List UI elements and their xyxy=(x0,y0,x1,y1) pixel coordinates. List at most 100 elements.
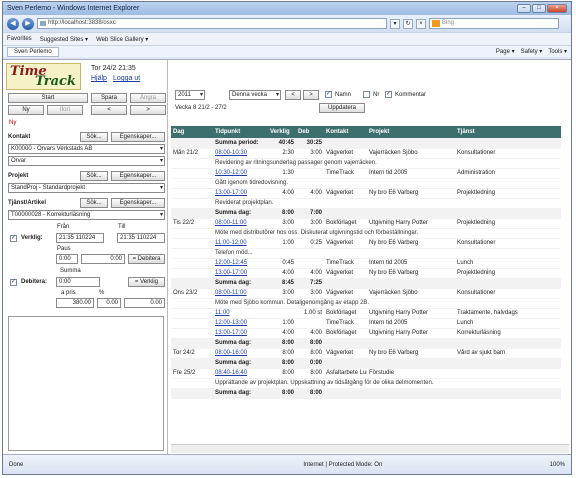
logout-link[interactable]: Logga ut xyxy=(113,75,140,82)
day-sum-actual: 8:00 xyxy=(268,388,296,399)
service-props-button[interactable]: Egenskaper... xyxy=(111,198,165,208)
compat-icon[interactable]: ▾ xyxy=(390,18,400,29)
col-header[interactable]: Kontakt xyxy=(324,126,367,138)
refresh-button[interactable]: Uppdatera xyxy=(319,103,365,113)
forward-icon[interactable]: ▶ xyxy=(22,17,34,30)
time-link[interactable]: 12:00-13:00 xyxy=(213,318,268,329)
minimize-button[interactable]: – xyxy=(517,4,531,13)
project-cell: Intern tid 2005 xyxy=(367,168,455,179)
debit-checkbox[interactable]: ✓ xyxy=(10,279,17,286)
debit-button[interactable]: = Debitera xyxy=(128,254,165,264)
to-input[interactable]: 21:35 110224 xyxy=(117,233,165,243)
debit-label: Debitera: xyxy=(21,279,48,285)
day-sum-actual: 8:00 xyxy=(268,358,296,369)
period-next-button[interactable]: > xyxy=(303,90,319,100)
col-header[interactable]: Tidpunkt xyxy=(213,126,268,138)
maximize-button[interactable]: □ xyxy=(532,4,546,13)
horizontal-scrollbar[interactable] xyxy=(171,444,569,453)
time-link[interactable]: 13:00-17:00 xyxy=(213,268,268,279)
delete-button[interactable]: Ifort xyxy=(47,105,83,115)
from-input[interactable]: 21:35 110224 xyxy=(56,233,104,243)
actual-cell: 2:30 xyxy=(268,148,296,159)
price-label: a pris xyxy=(61,290,76,296)
table-row: Ons 23/2 08:00-11:00 3:00 3:00 Vägverket Vaje… xyxy=(171,288,561,299)
project-cell: Intern tid 2005 xyxy=(367,258,455,269)
comment-textarea[interactable] xyxy=(8,316,164,451)
start-button[interactable]: Start xyxy=(8,93,88,103)
table-row: Tor 24/2 08:00-16:00 8:00 8:00 Vägverket Ny b… xyxy=(171,348,561,359)
save-button[interactable]: Spara xyxy=(91,93,127,103)
suggested-sites-link[interactable]: Suggested Sites ▾ xyxy=(40,36,88,43)
person-select[interactable]: Orvar xyxy=(8,156,165,166)
description-text: Möte med distributörer hos oss. Diskuter… xyxy=(213,228,561,239)
time-link[interactable]: 08:00-16:00 xyxy=(213,348,268,359)
favorites-button[interactable]: Favorites xyxy=(7,36,32,42)
time-link[interactable]: 08:00-11:00 xyxy=(213,288,268,299)
col-header[interactable]: Projekt xyxy=(367,126,455,138)
stop-icon[interactable]: × xyxy=(416,18,426,29)
time-link[interactable]: 10:30-12:00 xyxy=(213,168,268,179)
project-select[interactable]: StandProj - Standardprojekt xyxy=(8,183,165,193)
col-header[interactable]: Tjänst xyxy=(455,126,561,138)
help-link[interactable]: Hjälp xyxy=(91,75,107,82)
service-cell: Konsultationer xyxy=(455,238,561,249)
col-header[interactable]: Verklig xyxy=(268,126,296,138)
url-input[interactable]: http://localhost:3838/osxc xyxy=(37,18,387,29)
time-link[interactable]: 13:00-17:00 xyxy=(213,328,268,339)
tab-current[interactable]: Sven Perlemo xyxy=(7,46,59,57)
service-select[interactable]: T00000028 - Korrekturläsning xyxy=(8,210,165,220)
pct-label: % xyxy=(99,290,105,296)
sum-input[interactable]: 0:00 xyxy=(56,277,100,287)
debit-cell xyxy=(296,318,324,329)
day-cell xyxy=(171,188,213,199)
contact-cell: Vägverket xyxy=(324,148,367,159)
to-actual-button[interactable]: = Verklig xyxy=(128,277,165,287)
safety-menu[interactable]: Safety ▾ xyxy=(521,48,543,55)
favorites-bar: Favorites Suggested Sites ▾ Web Slice Ga… xyxy=(3,32,571,45)
zoom-level[interactable]: 100% xyxy=(550,462,565,468)
actual-cell: 3:00 xyxy=(268,288,296,299)
service-search-button[interactable]: Sök... xyxy=(80,198,108,208)
col-header[interactable]: Dag xyxy=(171,126,213,138)
search-input[interactable]: Bing xyxy=(429,18,559,29)
time-link[interactable]: 08:40-16:40 xyxy=(213,368,268,379)
time-link[interactable]: 11:00 xyxy=(213,308,268,319)
tools-menu[interactable]: Tools ▾ xyxy=(548,48,567,55)
price-input[interactable]: 380.00 xyxy=(56,298,94,308)
next-button[interactable]: > xyxy=(130,105,166,115)
debit-cell: 3:00 xyxy=(296,148,324,159)
time-link[interactable]: 11:00-12:00 xyxy=(213,238,268,249)
refresh-icon[interactable]: ↻ xyxy=(403,18,413,29)
project-cell: Ny bro E6 Varberg xyxy=(367,188,455,199)
contact-props-button[interactable]: Egenskaper... xyxy=(111,132,165,142)
web-slice-gallery-link[interactable]: Web Slice Gallery ▾ xyxy=(96,36,148,43)
time-link[interactable]: 12:00-12:45 xyxy=(213,258,268,269)
name-checkbox[interactable]: ✓ xyxy=(325,91,332,98)
pause-input[interactable]: 0:00 xyxy=(56,254,78,264)
col-header[interactable]: Deb xyxy=(296,126,324,138)
time-link[interactable]: 13:00-17:00 xyxy=(213,188,268,199)
contact-search-button[interactable]: Sök... xyxy=(80,132,108,142)
time-link[interactable]: 08:00-11:00 xyxy=(213,218,268,229)
page-menu[interactable]: Page ▾ xyxy=(496,48,515,55)
period-prev-button[interactable]: < xyxy=(285,90,301,100)
period-select[interactable]: Denna vecka xyxy=(229,90,281,100)
service-cell: Korrekturläsning xyxy=(455,328,561,339)
project-search-button[interactable]: Sök... xyxy=(80,171,108,181)
nr-checkbox[interactable] xyxy=(363,91,370,98)
project-props-button[interactable]: Egenskaper... xyxy=(111,171,165,181)
project-cell: Utgivning Harry Potter xyxy=(367,328,455,339)
nr-option-label: Nr xyxy=(373,92,380,98)
actual-checkbox[interactable]: ✓ xyxy=(10,235,17,242)
status-text: Done xyxy=(9,461,24,468)
new-button[interactable]: Ny xyxy=(8,105,44,115)
contact-select[interactable]: K00000 - Orvars Verkstads AB xyxy=(8,144,165,154)
undo-button[interactable]: Ångra xyxy=(130,93,166,103)
prev-button[interactable]: < xyxy=(91,105,127,115)
time-link[interactable]: 08:00-10:30 xyxy=(213,148,268,159)
pct-input[interactable]: 0.00 xyxy=(97,298,121,308)
year-select[interactable]: 2011 xyxy=(175,90,205,100)
close-button[interactable]: × xyxy=(547,4,567,13)
back-icon[interactable]: ◀ xyxy=(7,17,19,30)
comment-checkbox[interactable]: ✓ xyxy=(385,91,392,98)
